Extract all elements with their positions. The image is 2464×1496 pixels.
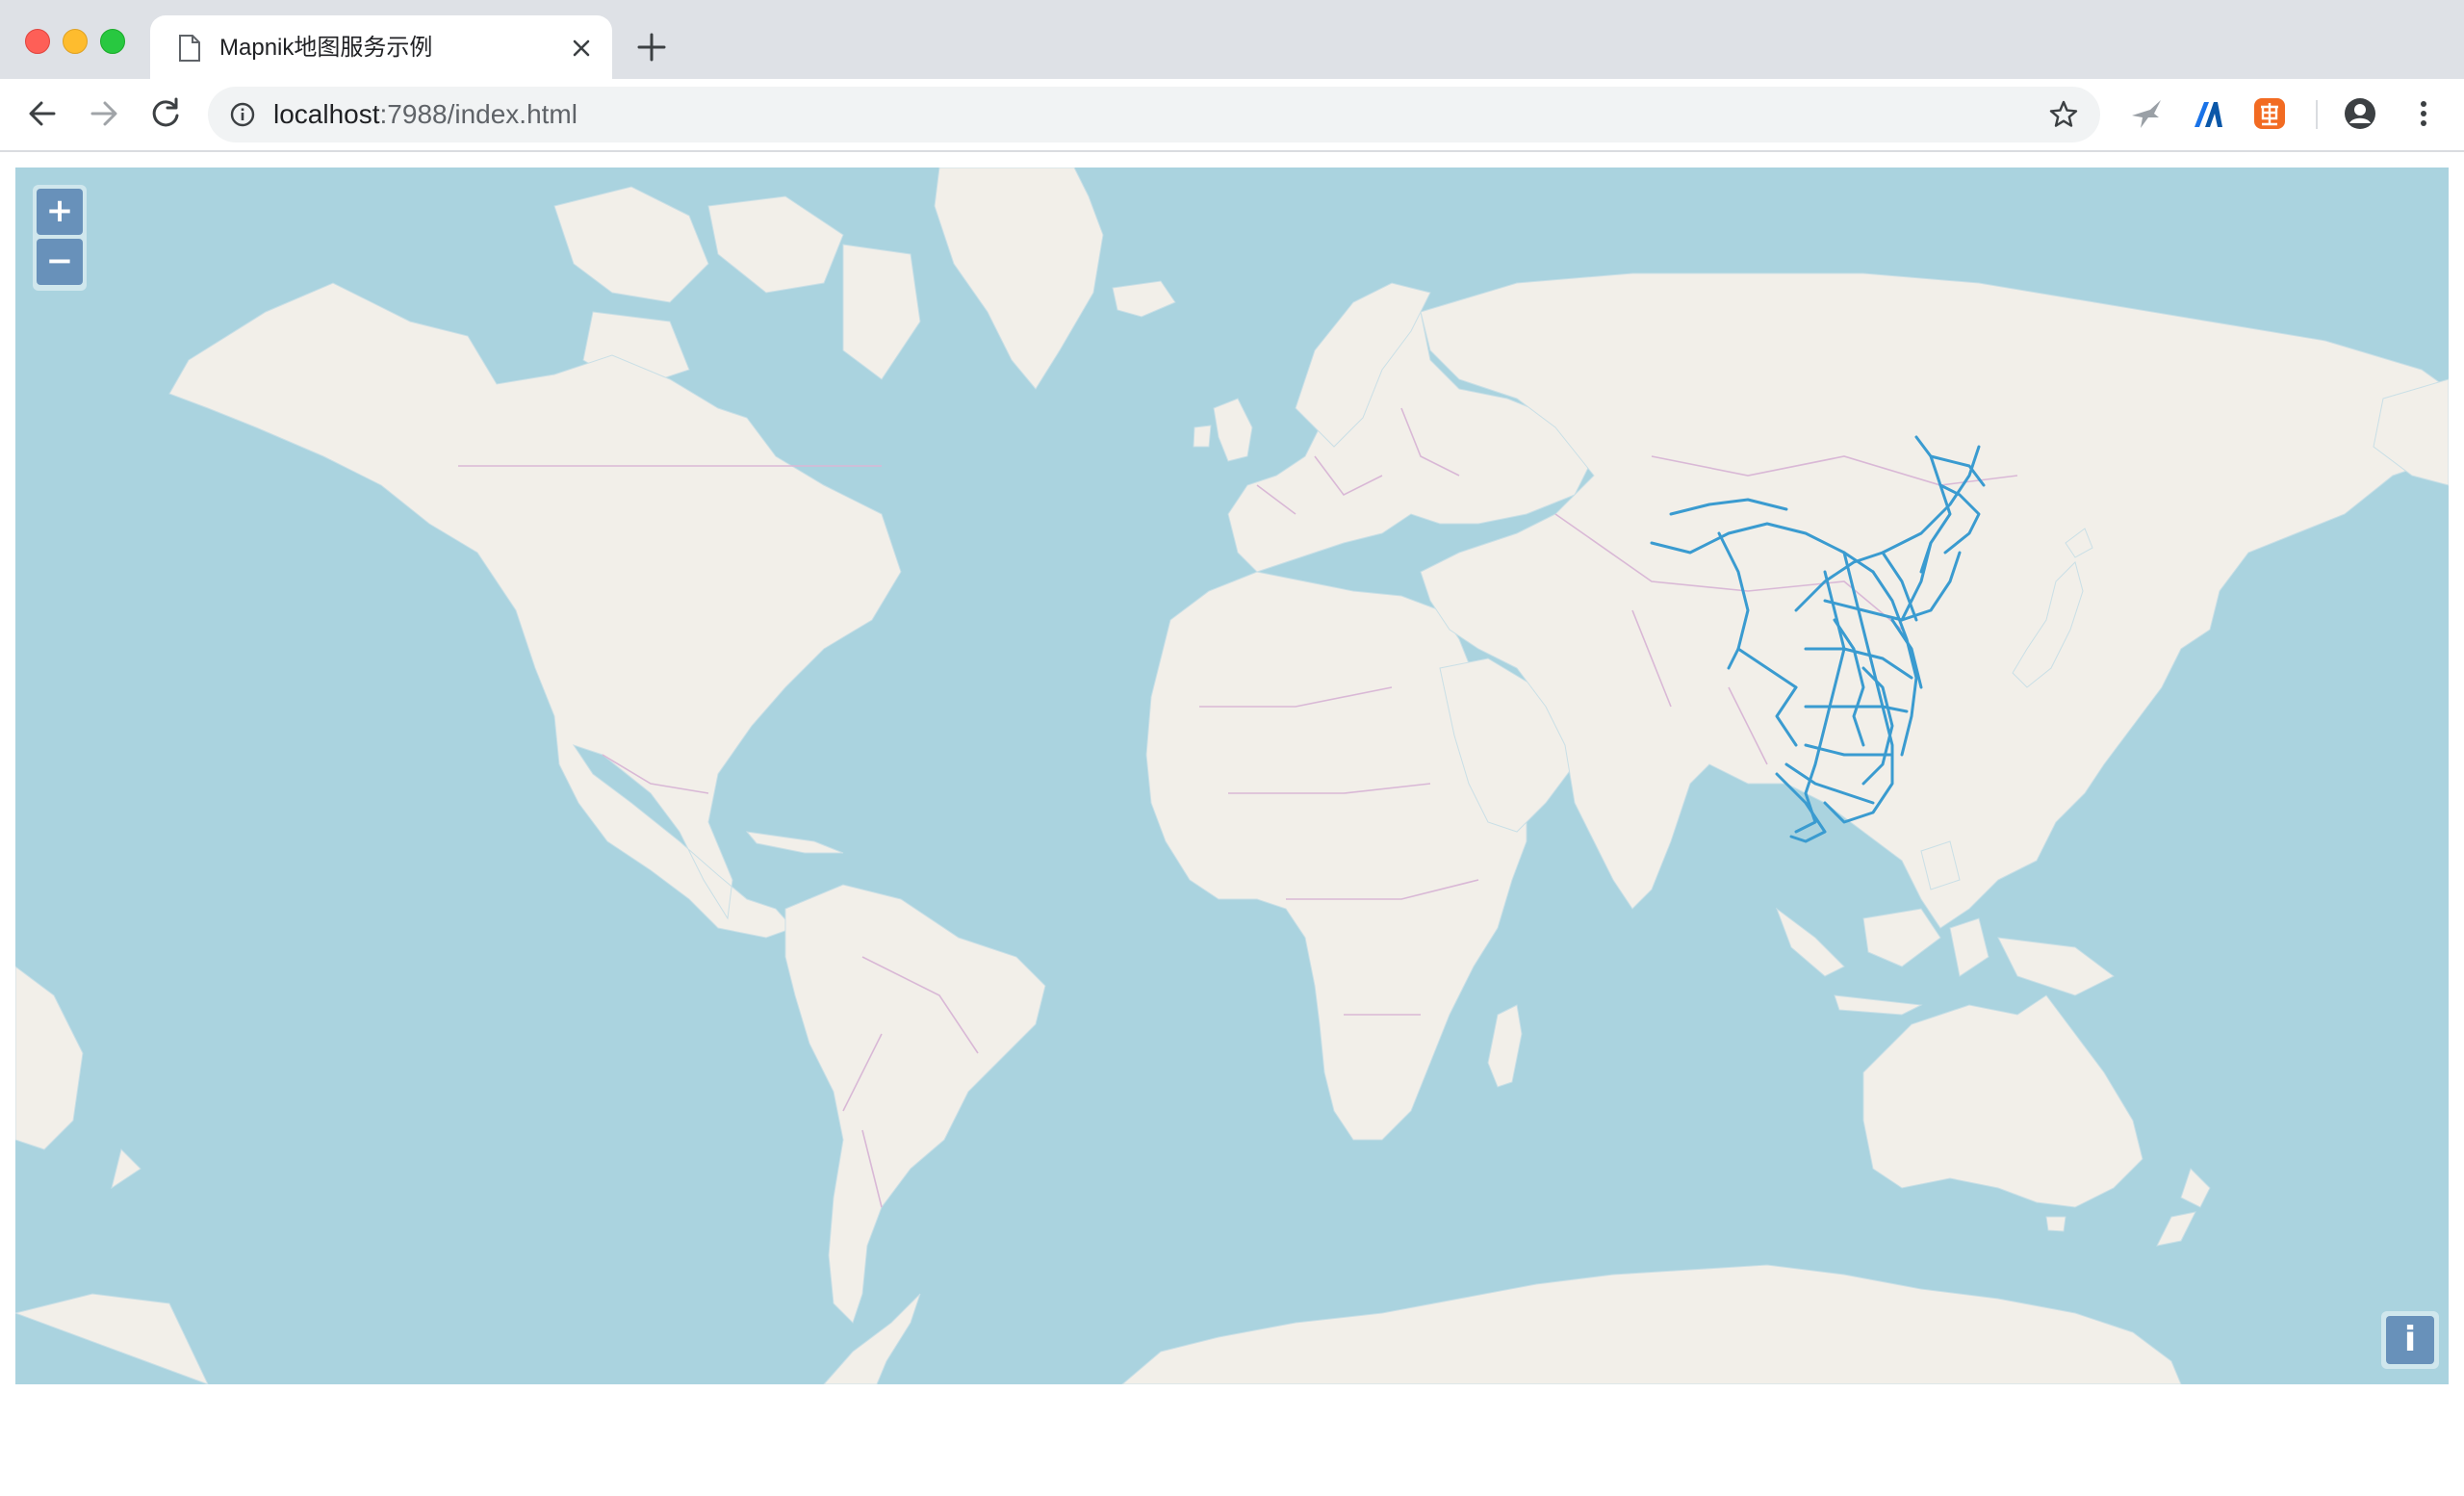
menu-kebab-icon[interactable]: [2406, 96, 2441, 131]
url-host: localhost: [273, 99, 380, 129]
window-minimize-button[interactable]: [63, 29, 88, 54]
window-zoom-button[interactable]: [100, 29, 125, 54]
bird-extension-icon[interactable]: [2129, 96, 2164, 131]
tab-active[interactable]: Mapnik地图服务示例: [150, 15, 612, 79]
map-viewport[interactable]: + − i: [15, 168, 2449, 1384]
document-icon: [179, 35, 200, 62]
lambda-extension-icon[interactable]: [2191, 96, 2225, 131]
profile-avatar-icon[interactable]: [2343, 96, 2377, 131]
toolbar-divider: [2316, 100, 2318, 129]
window-close-button[interactable]: [25, 29, 50, 54]
attribution-control: i: [2381, 1311, 2439, 1369]
address-bar[interactable]: localhost:7988/index.html: [208, 87, 2100, 142]
bookmark-star-icon[interactable]: [2048, 99, 2079, 130]
new-tab-plus-icon[interactable]: [635, 31, 668, 64]
url-text[interactable]: localhost:7988/index.html: [273, 98, 578, 131]
zoom-control: + −: [33, 185, 87, 291]
reload-icon[interactable]: [146, 94, 185, 133]
forward-arrow-icon[interactable]: [85, 94, 123, 133]
browser-toolbar: localhost:7988/index.html: [0, 79, 2464, 152]
close-icon[interactable]: [568, 35, 595, 62]
attribution-button[interactable]: i: [2386, 1316, 2434, 1364]
back-arrow-icon[interactable]: [23, 94, 62, 133]
tab-strip: Mapnik地图服务示例: [0, 0, 2464, 79]
zoom-in-button[interactable]: +: [37, 189, 83, 235]
zoom-out-button[interactable]: −: [37, 239, 83, 285]
land-tasmania: [2045, 1216, 2066, 1232]
info-icon[interactable]: [229, 101, 256, 128]
hui-extension-icon[interactable]: [2252, 96, 2287, 131]
tab-title: Mapnik地图服务示例: [219, 35, 433, 61]
url-path: :7988/index.html: [379, 99, 578, 129]
world-map: [15, 168, 2449, 1384]
